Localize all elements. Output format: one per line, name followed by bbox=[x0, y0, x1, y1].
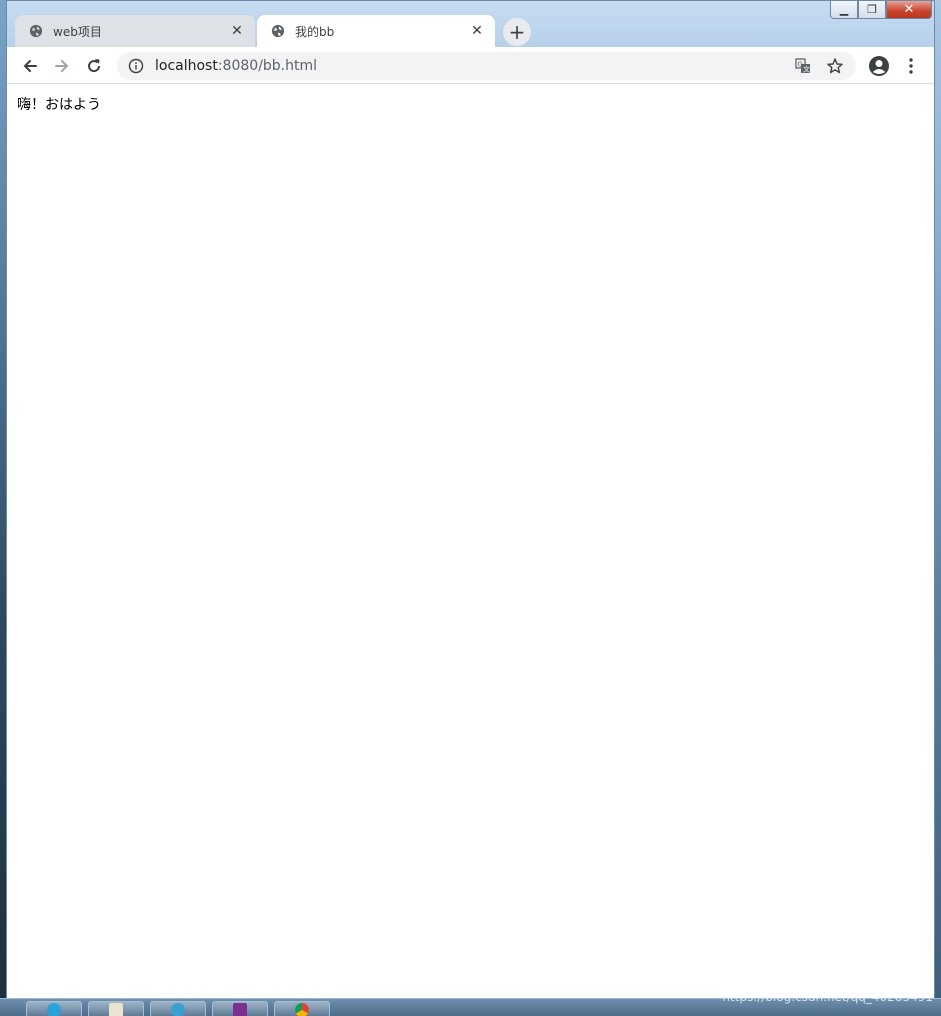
tab-web-project[interactable]: web项目 ✕ bbox=[15, 15, 255, 47]
address-bar[interactable]: localhost:8080/bb.html G 文 bbox=[117, 52, 856, 80]
minimize-icon: ▁ bbox=[839, 3, 849, 16]
minimize-button[interactable]: ▁ bbox=[830, 1, 858, 19]
watermark: https://blog.csdn.net/qq_40283491 bbox=[722, 990, 933, 1004]
close-window-button[interactable]: ✕ bbox=[886, 1, 932, 19]
url-text[interactable]: localhost:8080/bb.html bbox=[155, 58, 794, 74]
notepad-icon bbox=[109, 1003, 123, 1016]
url-path: :8080/bb.html bbox=[217, 58, 318, 74]
tab-title: web项目 bbox=[53, 24, 102, 39]
close-tab-icon[interactable]: ✕ bbox=[229, 23, 245, 39]
kebab-menu-icon bbox=[909, 58, 913, 74]
url-host: localhost bbox=[155, 58, 218, 74]
ide-icon bbox=[233, 1003, 247, 1016]
account-icon bbox=[869, 56, 889, 76]
close-icon: ✕ bbox=[903, 2, 915, 17]
chrome-icon bbox=[295, 1003, 309, 1016]
close-tab-icon[interactable]: ✕ bbox=[469, 23, 485, 39]
taskbar-item-chrome[interactable] bbox=[274, 1001, 330, 1016]
window-controls: ▁ ❐ ✕ bbox=[830, 1, 932, 21]
title-bar: ▁ ❐ ✕ web项目 ✕ 我的bb ✕ + bbox=[7, 1, 934, 47]
browser-icon bbox=[171, 1003, 185, 1016]
tab-title: 我的bb bbox=[295, 24, 335, 39]
globe-icon bbox=[29, 24, 43, 38]
browser-window: ▁ ❐ ✕ web项目 ✕ 我的bb ✕ + localhost:8080/bb… bbox=[6, 0, 935, 998]
new-tab-button[interactable]: + bbox=[503, 18, 531, 46]
menu-button[interactable] bbox=[898, 53, 924, 79]
maximize-button[interactable]: ❐ bbox=[858, 1, 886, 19]
star-icon[interactable] bbox=[826, 57, 844, 75]
arrow-right-icon bbox=[55, 60, 69, 72]
globe-icon bbox=[271, 24, 285, 38]
reload-icon bbox=[88, 59, 101, 73]
ie-icon bbox=[47, 1003, 61, 1016]
taskbar-item-browser[interactable] bbox=[150, 1001, 206, 1016]
plus-icon: + bbox=[508, 20, 526, 44]
taskbar-item-notepad[interactable] bbox=[88, 1001, 144, 1016]
restore-icon: ❐ bbox=[867, 3, 877, 16]
svg-text:文: 文 bbox=[803, 65, 810, 74]
info-icon[interactable] bbox=[127, 57, 145, 75]
tab-my-bb[interactable]: 我的bb ✕ bbox=[257, 15, 495, 47]
reload-button[interactable] bbox=[81, 53, 107, 79]
back-button[interactable] bbox=[17, 53, 43, 79]
page-content: 嗨！おはよう bbox=[7, 84, 934, 998]
taskbar-item-ide[interactable] bbox=[212, 1001, 268, 1016]
browser-toolbar: localhost:8080/bb.html G 文 bbox=[7, 47, 934, 84]
profile-button[interactable] bbox=[866, 53, 892, 79]
arrow-left-icon bbox=[23, 60, 37, 72]
translate-icon[interactable]: G 文 bbox=[794, 57, 812, 75]
page-text: 嗨！おはよう bbox=[17, 97, 101, 113]
taskbar-item-ie[interactable] bbox=[26, 1001, 82, 1016]
forward-button[interactable] bbox=[49, 53, 75, 79]
